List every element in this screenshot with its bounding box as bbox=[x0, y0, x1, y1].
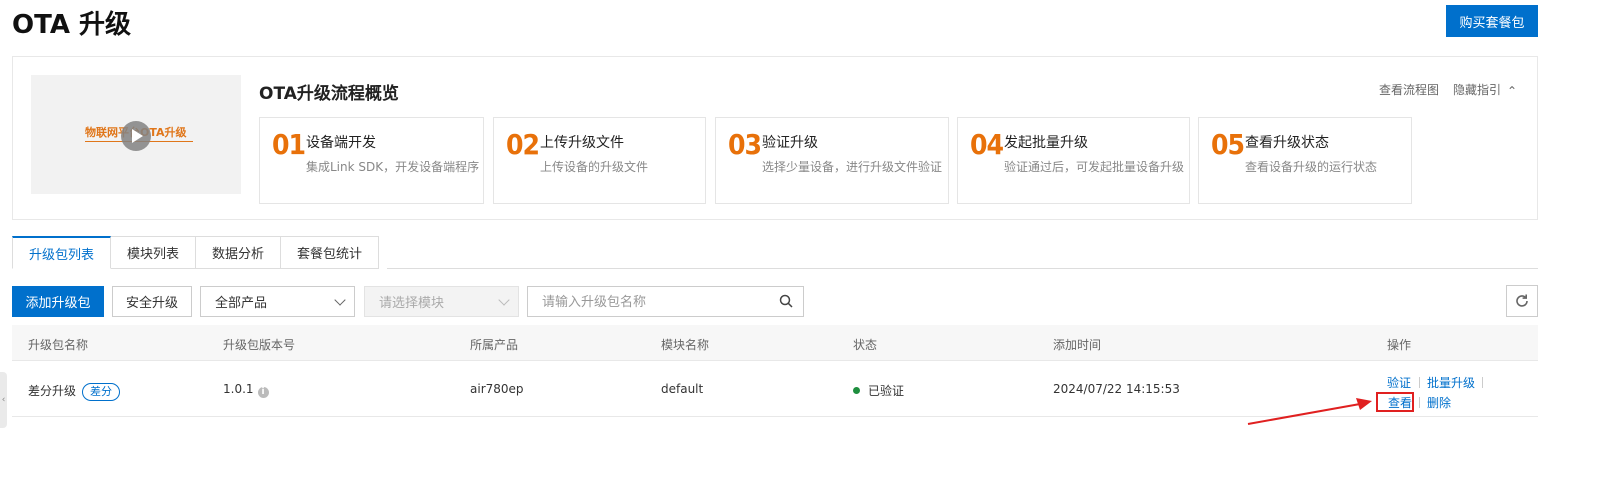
search-box bbox=[527, 286, 804, 317]
status-text: 已验证 bbox=[868, 384, 905, 398]
step-title: 上传升级文件 bbox=[540, 135, 624, 151]
product-cell: air780ep bbox=[470, 382, 524, 396]
package-name-cell: 差分升级 差分 bbox=[28, 382, 121, 401]
column-header: 模块名称 bbox=[661, 338, 710, 352]
view-flow-link[interactable]: 查看流程图 bbox=[1379, 81, 1439, 98]
add-package-button[interactable]: 添加升级包 bbox=[12, 286, 104, 317]
step-card-5: 05 查看升级状态 查看设备升级的运行状态 bbox=[1198, 117, 1412, 204]
step-title: 设备端开发 bbox=[306, 135, 376, 151]
chevron-up-icon: ⌃ bbox=[1507, 84, 1518, 98]
page-title: OTA 升级 bbox=[12, 10, 131, 40]
step-number: 03 bbox=[728, 128, 762, 161]
step-desc: 验证通过后，可发起批量设备升级 bbox=[1004, 160, 1185, 174]
tab-divider bbox=[387, 268, 1538, 269]
batch-upgrade-link[interactable]: 批量升级 bbox=[1427, 374, 1475, 391]
tab-package-stats[interactable]: 套餐包统计 bbox=[281, 236, 380, 269]
action-divider bbox=[1482, 377, 1483, 388]
package-search-input[interactable] bbox=[528, 287, 774, 317]
secure-upgrade-button[interactable]: 安全升级 bbox=[112, 286, 192, 317]
step-title: 验证升级 bbox=[762, 135, 818, 151]
column-header: 操作 bbox=[1387, 338, 1412, 352]
step-card-3: 03 验证升级 选择少量设备，进行升级文件验证 bbox=[715, 117, 949, 204]
module-cell: default bbox=[661, 382, 704, 396]
tab-data-analysis[interactable]: 数据分析 bbox=[196, 236, 282, 269]
ota-overview-panel: 物联网平台OTA升级 OTA升级流程概览 查看流程图 隐藏指引 ⌃ 01 设备端开… bbox=[12, 56, 1538, 220]
view-link-highlight-box bbox=[1376, 392, 1414, 412]
column-header: 状态 bbox=[853, 338, 878, 352]
step-card-1: 01 设备端开发 集成Link SDK，开发设备端程序 bbox=[259, 117, 484, 204]
refresh-button[interactable] bbox=[1506, 285, 1538, 317]
step-number: 05 bbox=[1211, 128, 1245, 161]
step-card-2: 02 上传升级文件 上传设备的升级文件 bbox=[493, 117, 706, 204]
tab-module-list[interactable]: 模块列表 bbox=[111, 236, 197, 269]
step-desc: 查看设备升级的运行状态 bbox=[1245, 160, 1378, 174]
module-select: 请选择模块 bbox=[364, 286, 519, 317]
overview-title: OTA升级流程概览 bbox=[259, 84, 399, 104]
buy-package-button[interactable]: 购买套餐包 bbox=[1446, 5, 1538, 37]
step-desc: 选择少量设备，进行升级文件验证 bbox=[762, 160, 943, 174]
delete-link[interactable]: 删除 bbox=[1427, 394, 1451, 411]
step-desc: 上传设备的升级文件 bbox=[540, 160, 649, 174]
module-select-value: 请选择模块 bbox=[379, 296, 445, 311]
status-dot-icon bbox=[853, 387, 860, 394]
step-title: 发起批量升级 bbox=[1004, 135, 1088, 151]
package-name: 差分升级 bbox=[28, 384, 77, 398]
step-number: 04 bbox=[970, 128, 1004, 161]
side-collapse-handle[interactable]: ‹ bbox=[0, 372, 7, 428]
chevron-down-icon bbox=[498, 294, 510, 306]
intro-video[interactable]: 物联网平台OTA升级 bbox=[31, 75, 241, 194]
tab-bar: 升级包列表 模块列表 数据分析 套餐包统计 bbox=[12, 236, 380, 269]
table-header: 升级包名称 升级包版本号 所属产品 模块名称 状态 添加时间 操作 bbox=[12, 325, 1538, 361]
status-cell: 已验证 bbox=[853, 382, 904, 399]
column-header: 所属产品 bbox=[470, 338, 519, 352]
step-title: 查看升级状态 bbox=[1245, 135, 1329, 151]
step-card-4: 04 发起批量升级 验证通过后，可发起批量设备升级 bbox=[957, 117, 1190, 204]
diff-badge: 差分 bbox=[82, 383, 121, 401]
column-header: 添加时间 bbox=[1053, 338, 1102, 352]
verify-link[interactable]: 验证 bbox=[1387, 374, 1411, 391]
search-icon[interactable] bbox=[779, 294, 793, 308]
version-value: 1.0.1 bbox=[223, 382, 254, 396]
step-number: 02 bbox=[506, 128, 540, 161]
play-icon[interactable] bbox=[121, 121, 151, 151]
column-header: 升级包名称 bbox=[28, 338, 89, 352]
hide-guide-link[interactable]: 隐藏指引 ⌃ bbox=[1453, 81, 1517, 98]
refresh-icon bbox=[1516, 294, 1528, 307]
tab-package-list[interactable]: 升级包列表 bbox=[12, 236, 112, 269]
step-desc: 集成Link SDK，开发设备端程序 bbox=[306, 160, 480, 174]
step-number: 01 bbox=[272, 128, 306, 161]
product-select[interactable]: 全部产品 bbox=[200, 286, 355, 317]
product-select-value: 全部产品 bbox=[215, 296, 268, 311]
annotation-arrow-icon bbox=[1247, 398, 1372, 425]
chevron-down-icon bbox=[334, 294, 346, 306]
info-icon[interactable]: i bbox=[257, 387, 269, 398]
action-divider bbox=[1419, 397, 1420, 408]
added-time-cell: 2024/07/22 14:15:53 bbox=[1053, 382, 1180, 396]
action-divider bbox=[1419, 377, 1420, 388]
version-cell: 1.0.1 i bbox=[223, 382, 269, 398]
hide-guide-label: 隐藏指引 bbox=[1453, 83, 1502, 97]
column-header: 升级包版本号 bbox=[223, 338, 296, 352]
